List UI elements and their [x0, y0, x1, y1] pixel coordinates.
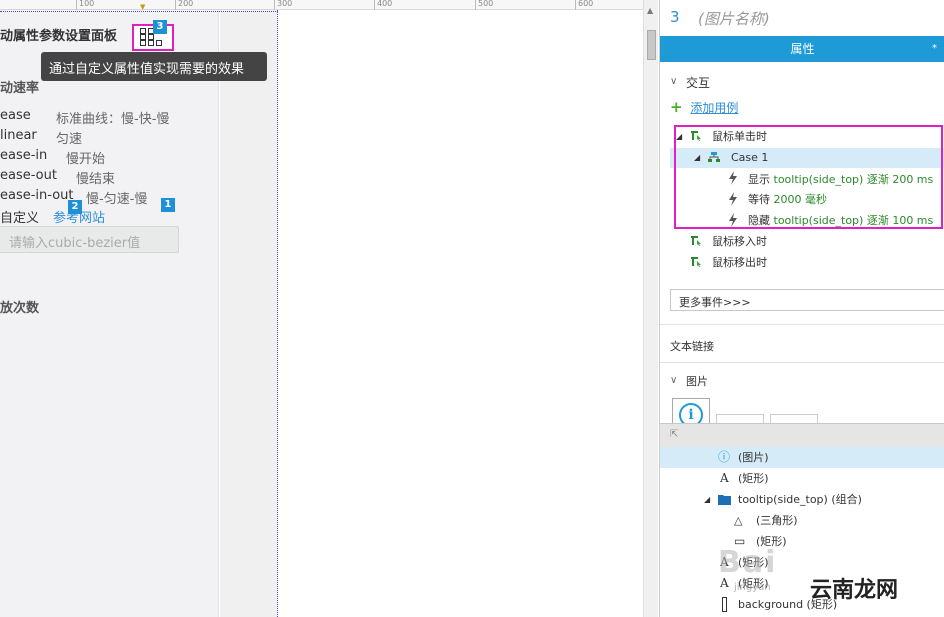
ruler-tick: 500: [475, 0, 493, 10]
add-case-label: 添加用例: [690, 101, 739, 115]
image-preview[interactable]: i: [672, 398, 710, 427]
mock-panel-title: 动属性参数设置面板: [0, 29, 118, 44]
add-case-button[interactable]: + 添加用例: [670, 98, 738, 116]
ruler-tick: 100: [76, 0, 94, 10]
site-watermark: 云南龙网: [810, 578, 899, 603]
ease-option-desc: 匀速: [56, 132, 83, 147]
annotation-highlight-box: [674, 125, 943, 229]
more-events-dropdown[interactable]: 更多事件>>>: [670, 289, 944, 311]
canvas-vertical-scrollbar[interactable]: ▲: [643, 0, 658, 617]
canvas-gutter: [220, 10, 277, 617]
outline-row[interactable]: △ (三角形): [660, 510, 944, 531]
section-divider: [660, 324, 944, 325]
text-link-heading[interactable]: 文本链接: [670, 338, 714, 354]
design-canvas[interactable]: 100 200 300 400 500 600 ▼ 动属性参数设置面板 3 通过…: [0, 0, 658, 617]
page-guide-vertical: [277, 10, 278, 617]
widget-badge-1: 1: [161, 198, 175, 212]
widget-name-field[interactable]: (图片名称): [698, 8, 770, 29]
custom-label: 自定义: [0, 211, 40, 226]
image-heading[interactable]: 图片: [686, 373, 708, 389]
axure-workspace: 100 200 300 400 500 600 ▼ 动属性参数设置面板 3 通过…: [0, 0, 944, 617]
outline-row[interactable]: A (矩形): [660, 552, 944, 573]
ease-option-desc: 标准曲线：慢-快-慢: [56, 112, 170, 127]
ruler-tick: 400: [374, 0, 392, 10]
section-divider: [660, 362, 944, 363]
tab-modified-marker: *: [932, 43, 937, 54]
text-a-icon: A: [720, 471, 729, 485]
speed-heading: 动速率: [0, 81, 40, 96]
plus-icon: +: [670, 98, 683, 116]
ruler-tick: 300: [274, 0, 292, 10]
tooltip-side-top: 通过自定义属性值实现需要的效果: [41, 52, 267, 81]
outline-row-label: (矩形): [738, 472, 769, 485]
ease-option[interactable]: ease: [0, 108, 31, 123]
inspector-header: 3 (图片名称): [660, 0, 944, 36]
ease-option-desc: 慢-匀速-慢: [86, 192, 148, 207]
horizontal-ruler: 100 200 300 400 500 600 ▼: [0, 0, 643, 11]
event-onmouseenter-label: 鼠标移入时: [712, 235, 767, 248]
outline-row[interactable]: ⓘ (图片): [660, 447, 944, 468]
widget-badge-2: 2: [68, 200, 82, 214]
outline-row-label: (图片): [738, 451, 769, 464]
event-cursor-icon: [691, 236, 701, 246]
scrollbar-thumb[interactable]: [647, 30, 656, 60]
outline-row[interactable]: ◢ tooltip(side_top) (组合): [660, 489, 944, 510]
collapse-arrow-icon[interactable]: ⇱: [670, 429, 678, 440]
play-count-heading: 放次数: [0, 301, 40, 316]
folder-icon: [718, 495, 731, 505]
tab-properties-label: 属性: [790, 42, 815, 56]
info-icon: ⓘ: [718, 450, 731, 464]
outline-panel: ⇱ ⓘ (图片) A (矩形) ◢ tooltip(side_top) (组合)…: [660, 423, 944, 617]
ruler-tick: 200: [175, 0, 193, 10]
outline-row[interactable]: A (矩形): [660, 468, 944, 489]
ease-option[interactable]: linear: [0, 128, 37, 143]
baidu-watermark: Bai: [718, 545, 778, 580]
outline-row[interactable]: ▭ (矩形): [660, 531, 944, 552]
outline-row[interactable]: A (矩形): [660, 573, 944, 594]
widget-number: 3: [670, 8, 680, 26]
event-cursor-icon: [691, 257, 701, 267]
chevron-down-icon[interactable]: ∨: [670, 375, 677, 386]
chevron-down-icon[interactable]: ∨: [670, 76, 677, 87]
page-guide-horizontal: [0, 11, 278, 12]
inspector-panel: 3 (图片名称) 属性 * ∨ 交互 + 添加用例 ◢ 鼠标单击时 ◢ Case…: [659, 0, 944, 617]
tab-properties[interactable]: 属性 *: [660, 36, 944, 62]
triangle-icon: △: [734, 514, 743, 527]
ease-option-desc: 慢结束: [76, 172, 116, 187]
widget-badge-3: 3: [153, 20, 167, 34]
outline-row[interactable]: background (矩形): [660, 594, 944, 615]
collapse-triangle-icon[interactable]: ◢: [704, 489, 710, 510]
outline-row-label: tooltip(side_top) (组合): [738, 493, 862, 506]
scroll-up-icon[interactable]: ▲: [647, 6, 653, 15]
ease-option-desc: 慢开始: [66, 152, 106, 167]
ruler-tick: 600: [575, 0, 593, 10]
interaction-heading[interactable]: 交互: [686, 74, 710, 91]
cubic-bezier-input[interactable]: 请输入cubic-bezier值: [0, 226, 179, 253]
outline-row-label: (三角形): [756, 514, 798, 527]
ease-option[interactable]: ease-out: [0, 168, 57, 183]
ease-option[interactable]: ease-in-out: [0, 188, 74, 203]
jingyan-watermark: jingyan: [734, 582, 771, 593]
ease-option[interactable]: ease-in: [0, 148, 47, 163]
event-onmouseleave-label: 鼠标移出时: [712, 256, 767, 269]
vertical-rect-icon: [722, 597, 727, 612]
outline-toolbar: ⇱: [660, 423, 944, 447]
